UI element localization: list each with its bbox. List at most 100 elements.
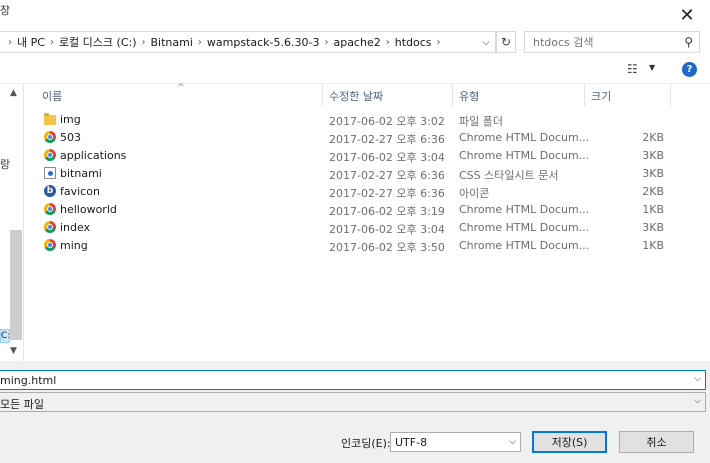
save-button[interactable]: 저장(S) <box>532 431 607 453</box>
chrome-icon <box>44 149 56 161</box>
file-size: 1KB <box>642 203 664 216</box>
file-row[interactable]: 503 2017-02-27 오후 6:36 Chrome HTML Docum… <box>24 129 710 147</box>
chevron-right-icon[interactable]: › <box>48 37 56 48</box>
file-type: Chrome HTML Docum... <box>459 221 590 234</box>
column-header-name[interactable]: 이름 <box>42 88 62 104</box>
address-bar: › 내 PC › 로컬 디스크 (C:) › Bitnami › wampsta… <box>0 30 710 54</box>
refresh-button[interactable]: ↻ <box>496 31 516 53</box>
navigation-pane: ▲ 랑 C:) ▼ <box>0 84 24 361</box>
chevron-down-icon[interactable]: ⌵ <box>694 374 701 384</box>
file-type: Chrome HTML Docum... <box>459 149 590 162</box>
filetype-value: 모든 파일 <box>0 398 44 411</box>
css-file-icon <box>44 167 56 179</box>
file-date: 2017-06-02 오후 3:19 <box>329 205 445 218</box>
close-button[interactable]: ✕ <box>664 0 710 30</box>
file-size: 3KB <box>642 221 664 234</box>
file-size: 3KB <box>642 167 664 180</box>
file-date: 2017-02-27 오후 6:36 <box>329 169 445 182</box>
file-type: Chrome HTML Docum... <box>459 131 590 144</box>
search-input[interactable] <box>533 35 673 49</box>
folder-icon <box>44 113 56 125</box>
encoding-label: 인코딩(E): <box>341 437 391 450</box>
help-icon[interactable]: ? <box>682 62 697 77</box>
file-date: 2017-06-02 오후 3:50 <box>329 241 445 254</box>
filetype-select[interactable]: 모든 파일 ⌵ <box>0 392 706 412</box>
sort-ascending-icon: ^ <box>177 83 185 93</box>
toolbar: ☷ ▼ ? <box>0 54 710 84</box>
chevron-right-icon[interactable]: › <box>322 37 330 48</box>
nav-item-partial[interactable]: 랑 <box>0 156 10 172</box>
file-row[interactable]: bitnami 2017-02-27 오후 6:36 CSS 스타일시트 문서 … <box>24 165 710 183</box>
file-size: 2KB <box>642 185 664 198</box>
file-type: 파일 폴더 <box>459 115 503 128</box>
file-name: ming <box>60 239 88 252</box>
file-date: 2017-06-02 오후 3:04 <box>329 151 445 164</box>
chevron-right-icon[interactable]: › <box>140 37 148 48</box>
file-name: favicon <box>60 185 100 198</box>
chevron-right-icon[interactable]: › <box>384 37 392 48</box>
filename-combobox[interactable]: ming.html ⌵ <box>0 370 706 390</box>
encoding-select[interactable]: UTF-8 ⌵ <box>390 432 521 452</box>
file-row[interactable]: helloworld 2017-06-02 오후 3:19 Chrome HTM… <box>24 201 710 219</box>
file-name: img <box>60 113 81 126</box>
filename-input[interactable]: ming.html <box>0 374 56 387</box>
column-divider[interactable] <box>584 84 585 106</box>
file-size: 1KB <box>642 239 664 252</box>
scroll-up-arrow[interactable]: ▲ <box>10 88 17 98</box>
breadcrumb-apache2[interactable]: apache2 <box>330 36 383 49</box>
file-row[interactable]: ming 2017-06-02 오후 3:50 Chrome HTML Docu… <box>24 237 710 255</box>
file-type: Chrome HTML Docum... <box>459 239 590 252</box>
cancel-button[interactable]: 취소 <box>619 431 694 453</box>
chevron-down-icon[interactable]: ⌵ <box>509 437 516 447</box>
column-header-size[interactable]: 크기 <box>591 88 611 104</box>
column-divider[interactable] <box>670 84 671 106</box>
encoding-value: UTF-8 <box>395 436 428 449</box>
breadcrumb-this-pc[interactable]: 내 PC <box>14 34 48 50</box>
file-list: ^ 이름 수정한 날짜 유형 크기 img 2017-06-02 오후 3:02… <box>24 83 710 361</box>
file-date: 2017-06-02 오후 3:02 <box>329 115 445 128</box>
window-title: 장 <box>0 4 11 17</box>
file-row[interactable]: b favicon 2017-02-27 오후 6:36 아이콘 2KB <box>24 183 710 201</box>
chevron-right-icon: › <box>8 36 12 48</box>
column-headers: ^ 이름 수정한 날짜 유형 크기 <box>24 83 710 106</box>
title-bar: 장 ✕ <box>0 0 710 30</box>
favicon-icon: b <box>44 185 56 197</box>
file-type: 아이콘 <box>459 187 490 200</box>
chrome-icon <box>44 203 56 215</box>
file-date: 2017-06-02 오후 3:04 <box>329 223 445 236</box>
breadcrumb-local-disk[interactable]: 로컬 디스크 (C:) <box>56 34 140 50</box>
chevron-down-icon[interactable]: ⌵ <box>694 396 701 406</box>
breadcrumb-bitnami[interactable]: Bitnami <box>148 36 196 49</box>
search-icon[interactable]: ⚲ <box>684 35 693 49</box>
chrome-icon <box>44 131 56 143</box>
chevron-right-icon[interactable]: › <box>196 37 204 48</box>
file-size: 3KB <box>642 149 664 162</box>
nav-item-drive-partial[interactable]: C:) <box>0 329 10 343</box>
column-header-date[interactable]: 수정한 날짜 <box>329 88 383 104</box>
file-row[interactable]: applications 2017-06-02 오후 3:04 Chrome H… <box>24 147 710 165</box>
nav-scrollbar-thumb[interactable] <box>10 230 22 340</box>
file-row[interactable]: index 2017-06-02 오후 3:04 Chrome HTML Doc… <box>24 219 710 237</box>
chrome-icon <box>44 221 56 233</box>
file-name: helloworld <box>60 203 117 216</box>
breadcrumb[interactable]: › 내 PC › 로컬 디스크 (C:) › Bitnami › wampsta… <box>0 31 496 53</box>
breadcrumb-wampstack[interactable]: wampstack-5.6.30-3 <box>204 36 323 49</box>
file-row[interactable]: img 2017-06-02 오후 3:02 파일 폴더 <box>24 111 710 129</box>
column-divider[interactable] <box>452 84 453 106</box>
file-type: Chrome HTML Docum... <box>459 203 590 216</box>
column-divider[interactable] <box>322 84 323 106</box>
column-header-type[interactable]: 유형 <box>459 88 479 104</box>
close-icon: ✕ <box>679 4 695 26</box>
file-size: 2KB <box>642 131 664 144</box>
view-options-icon[interactable]: ☷ <box>627 62 638 76</box>
scroll-down-arrow[interactable]: ▼ <box>10 346 17 356</box>
address-history-dropdown[interactable]: ⌵ <box>478 32 494 52</box>
chevron-down-icon: ⌵ <box>482 36 490 48</box>
file-date: 2017-02-27 오후 6:36 <box>329 187 445 200</box>
file-name: bitnami <box>60 167 102 180</box>
breadcrumb-htdocs[interactable]: htdocs <box>392 36 435 49</box>
chevron-right-icon[interactable]: › <box>435 37 443 48</box>
caret-down-icon[interactable]: ▼ <box>649 63 655 72</box>
file-name: index <box>60 221 91 234</box>
search-box[interactable]: ⚲ <box>524 31 700 53</box>
